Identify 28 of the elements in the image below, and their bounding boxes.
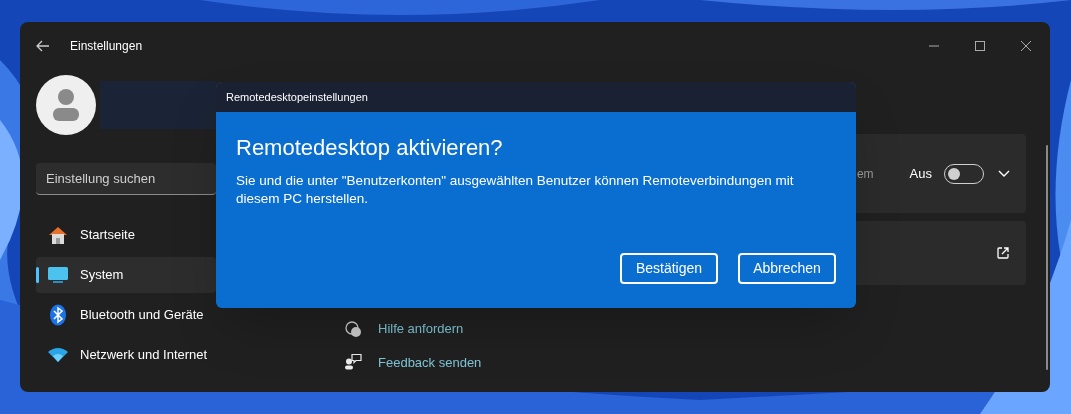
help-link[interactable]: Hilfe anfordern: [378, 319, 464, 339]
maximize-icon[interactable]: [974, 40, 986, 52]
nav-item[interactable]: Netzwerk und Internet: [36, 337, 216, 373]
help-link[interactable]: Feedback senden: [378, 352, 482, 372]
nav-item[interactable]: Bluetooth und Geräte: [36, 297, 216, 333]
dialog-title: Remotedesktopeinstellungen: [226, 89, 368, 105]
back-arrow-icon[interactable]: [36, 40, 50, 52]
chevron-down-icon[interactable]: [998, 169, 1010, 178]
toggle-state-label: Aus: [909, 164, 932, 183]
monitor-icon: [47, 265, 69, 285]
wifi-icon: [47, 346, 69, 364]
nav-item[interactable]: Startseite: [36, 217, 216, 253]
home-icon: [47, 224, 69, 246]
feedback-icon: [344, 354, 362, 371]
search-field[interactable]: Einstellung suchen: [36, 163, 216, 195]
window-title: Einstellungen: [70, 38, 143, 55]
nav-item[interactable]: System: [36, 257, 216, 293]
dialog-heading: Remotedesktop aktivieren?: [236, 134, 504, 162]
close-icon[interactable]: [1020, 40, 1032, 52]
dialog-button[interactable]: Bestätigen: [620, 253, 718, 284]
card-description: em: [856, 165, 874, 183]
scrollbar[interactable]: [1046, 145, 1048, 370]
person-icon: [51, 88, 81, 122]
bluetooth-icon: [49, 304, 67, 326]
dialog-message: Sie und die unter "Benutzerkonten" ausgewählten Benutzer können Remoteverbindungen mit diesem PC herstellen.: [236, 171, 795, 208]
dialog-button[interactable]: Abbrechen: [738, 253, 836, 284]
help-icon: [344, 319, 362, 338]
external-link-icon: [996, 246, 1010, 260]
